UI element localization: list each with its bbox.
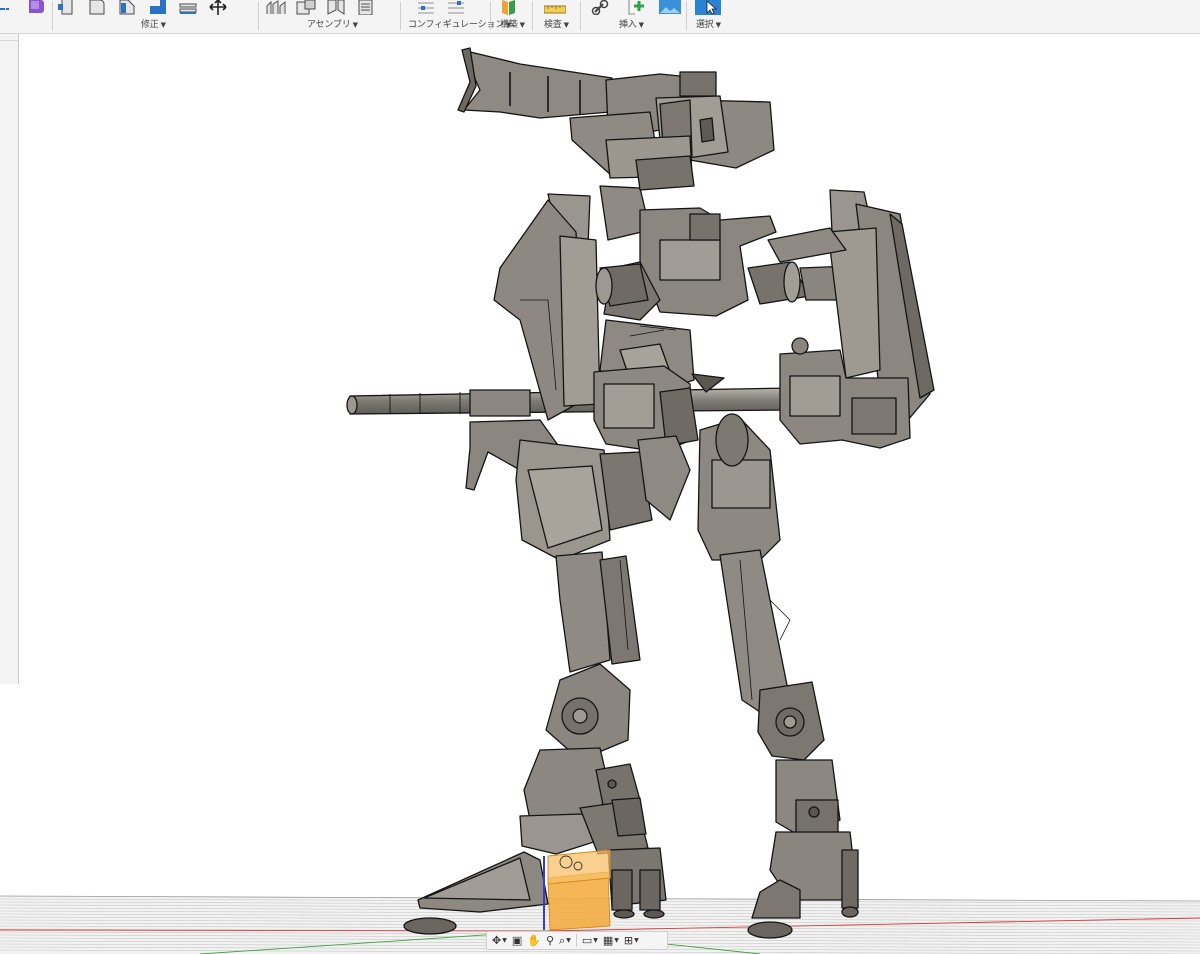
move-copy-icon[interactable] [208,0,228,15]
toolbar-group-configure[interactable]: コンフィギュレーション ▼ [406,0,511,33]
toolbar-group-label-inspect[interactable]: 検査 ▼ [544,17,569,30]
viewports-icon: ⊞ [623,934,634,947]
navigation-bar: ✥ ▼ ▣ ✋ ⚲ ⌕ ▼ ▭ ▼ ▦ ▼ ⊞ ▼ [486,931,668,950]
toolbar-group-insert[interactable]: 挿入 ▼ [588,0,684,33]
chevron-down-icon: ▼ [593,937,598,944]
zoom-fit-icon: ⌕ [559,933,566,947]
chevron-down-icon: ▼ [715,21,721,29]
offset-plane-icon[interactable] [499,0,519,15]
toolbar-separator [490,2,491,30]
chevron-down-icon: ▼ [502,937,507,944]
chevron-down-icon: ▼ [566,937,571,944]
toolbar-separator [400,2,401,30]
chevron-down-icon: ▼ [519,21,525,29]
fillet-icon[interactable] [88,0,108,15]
toolbar-group-construct[interactable]: 構築 ▼ [496,0,530,33]
create-sketch-icon[interactable] [0,0,16,15]
robot-mech-model[interactable] [346,47,935,939]
toolbar-group-label-insert[interactable]: 挿入 ▼ [619,17,644,30]
chevron-down-icon: ▼ [160,21,166,29]
look-at-icon: ▣ [511,934,523,947]
new-component-icon[interactable] [266,0,286,15]
insert-mesh-plus-icon[interactable] [625,0,645,15]
toolbar-group-label-assemble[interactable]: アセンブリ ▼ [307,17,358,30]
joint-icon[interactable] [296,0,316,15]
orbit-icon: ✥ [492,934,502,947]
chevron-down-icon: ▼ [614,937,619,944]
press-pull-icon[interactable] [58,0,78,15]
toolbar: 修正 ▼ アセンブリ ▼ コンフィギュレーション ▼ 構築 ▼ 検査 ▼ 挿入 … [0,0,1200,34]
left-shoulder-shield[interactable] [493,193,601,421]
grid-button[interactable]: ▦ ▼ [601,933,621,948]
measure-ruler-icon[interactable] [543,0,567,15]
configuration-table-icon[interactable] [416,0,436,15]
toolbar-group-modify[interactable]: 修正 ▼ [58,0,254,33]
3d-viewport[interactable] [0,34,1200,954]
chevron-down-icon: ▼ [352,21,358,29]
toolbar-group-inspect[interactable]: 検査 ▼ [538,0,580,33]
display-settings-button[interactable]: ▭ ▼ [580,933,600,948]
rigid-group-icon[interactable] [356,0,376,16]
insert-derive-link-icon[interactable] [591,0,611,16]
display-settings-icon: ▭ [581,934,593,947]
draft-icon[interactable] [178,0,198,15]
insert-image-icon[interactable] [659,0,681,15]
orbit-button[interactable]: ✥ ▼ [490,933,509,948]
zoom-button[interactable]: ⚲ [544,933,556,948]
toolbar-group-assemble[interactable]: アセンブリ ▼ [266,0,396,33]
chamfer-icon[interactable] [118,0,138,15]
grid-icon: ▦ [602,934,614,947]
toolbar-group-label-construct[interactable]: 構築 ▼ [500,17,525,30]
toolbar-separator [52,2,53,30]
selected-part-highlight[interactable] [547,849,611,931]
right-leg[interactable] [697,413,859,939]
form-icon[interactable] [26,0,46,15]
toolbar-group-create-partial [0,0,52,33]
chevron-down-icon: ▼ [638,21,644,29]
left-leg[interactable] [403,419,691,935]
pan-hand-icon: ✋ [527,934,541,947]
model-canvas[interactable] [0,34,1200,954]
configuration-rules-icon[interactable] [446,0,466,15]
toolbar-group-select[interactable]: 選択 ▼ [692,0,732,33]
chevron-down-icon: ▼ [563,21,569,29]
shell-icon[interactable] [148,0,168,15]
fit-button[interactable]: ⌕ ▼ [557,933,573,948]
toolbar-separator [258,2,259,30]
chevron-down-icon: ▼ [634,937,639,944]
toolbar-separator [580,2,581,30]
toolbar-group-label-select[interactable]: 選択 ▼ [696,17,721,30]
pan-button[interactable]: ✋ [525,933,543,948]
toolbar-separator [532,2,533,30]
select-cursor-icon[interactable] [695,0,721,15]
as-built-joint-icon[interactable] [326,0,346,15]
viewports-button[interactable]: ⊞ ▼ [622,933,641,948]
zoom-icon: ⚲ [545,934,555,947]
navbar-separator [575,934,577,947]
head-cannon[interactable] [457,47,775,191]
toolbar-group-label-modify[interactable]: 修正 ▼ [141,17,166,30]
look-at-button[interactable]: ▣ [510,933,524,948]
toolbar-separator [686,2,687,30]
